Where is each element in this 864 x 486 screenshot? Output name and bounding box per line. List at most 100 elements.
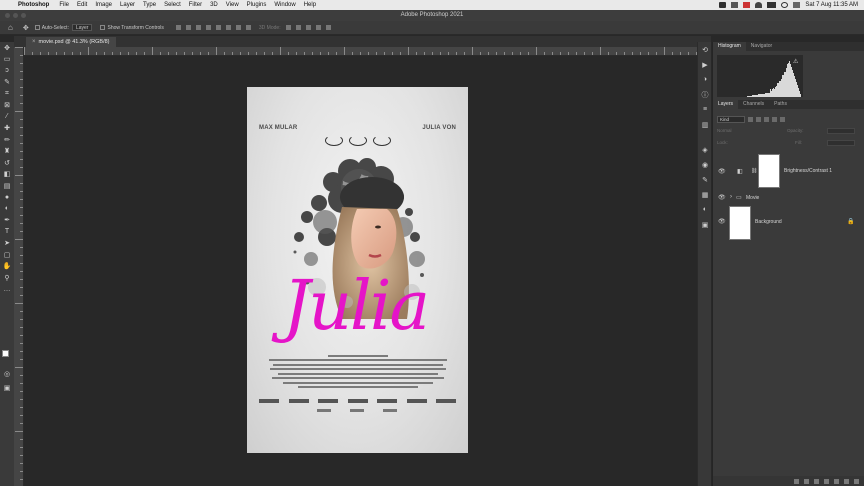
swatches-icon[interactable]: ▦ xyxy=(698,187,712,202)
poster-document[interactable]: MAX MULAR JULIA VON Julia xyxy=(247,87,468,453)
menu-select[interactable]: Select xyxy=(164,2,181,8)
menu-photoshop[interactable]: Photoshop xyxy=(18,2,49,8)
artboard-tool-icon[interactable]: ▭ xyxy=(0,54,14,66)
adjustments-icon[interactable]: ◑ xyxy=(698,72,712,87)
brush-settings-icon[interactable]: ≡ xyxy=(698,102,712,117)
horizontal-ruler[interactable] xyxy=(24,47,711,56)
clone-stamp-tool-icon[interactable]: ♜ xyxy=(0,146,14,158)
chevron-right-icon[interactable]: › xyxy=(730,194,732,200)
align-center-h-icon[interactable] xyxy=(185,25,191,30)
frame-tool-icon[interactable]: ⊠ xyxy=(0,100,14,112)
edit-toolbar-icon[interactable]: … xyxy=(0,284,14,296)
rectangle-tool-icon[interactable]: ▢ xyxy=(0,249,14,261)
hand-tool-icon[interactable]: ✋ xyxy=(0,261,14,273)
history-icon[interactable]: ⟲ xyxy=(698,42,712,57)
filter-smart-object-icon[interactable] xyxy=(780,117,785,122)
layers-icon[interactable]: ◈ xyxy=(698,142,712,157)
layer-row[interactable]: 👁 ◧ ⛓ Brightness/Contrast 1 xyxy=(713,152,863,192)
auto-select-checkbox[interactable] xyxy=(34,25,40,30)
menu-help[interactable]: Help xyxy=(304,2,316,8)
filter-adjustment-icon[interactable] xyxy=(756,117,761,122)
tab-channels[interactable]: Channels xyxy=(738,100,769,109)
home-icon[interactable]: ⌂ xyxy=(8,23,13,32)
visibility-eye-icon[interactable]: 👁 xyxy=(718,218,726,225)
menu-type[interactable]: Type xyxy=(143,2,156,8)
menu-plugins[interactable]: Plugins xyxy=(247,2,267,8)
close-tab-icon[interactable]: × xyxy=(32,37,36,47)
quick-select-tool-icon[interactable]: ✎ xyxy=(0,77,14,89)
color-icon[interactable]: ◐ xyxy=(698,202,712,217)
type-tool-icon[interactable]: T xyxy=(0,226,14,238)
zoom-tool-icon[interactable]: ⚲ xyxy=(0,272,14,284)
menu-filter[interactable]: Filter xyxy=(189,2,202,8)
tab-histogram[interactable]: Histogram xyxy=(713,42,746,51)
dropbox-icon[interactable] xyxy=(719,2,727,8)
tab-layers[interactable]: Layers xyxy=(713,100,739,109)
menubar-datetime[interactable]: Sat 7 Aug 11:35 AM xyxy=(805,2,858,8)
layer-row-group[interactable]: 👁 › ▭ Movie xyxy=(713,192,863,204)
document-tab[interactable]: × movie.psd @ 41.3% (RGB/8) xyxy=(26,37,116,47)
menu-window[interactable]: Window xyxy=(274,2,295,8)
background-thumbnail[interactable] xyxy=(729,206,751,240)
screen-mode-icon[interactable]: ▣ xyxy=(0,382,14,394)
align-bottom-icon[interactable] xyxy=(225,25,231,30)
minimize-window-icon[interactable] xyxy=(13,13,18,18)
filter-type-icon[interactable] xyxy=(764,117,769,122)
menu-image[interactable]: Image xyxy=(95,2,112,8)
eraser-tool-icon[interactable]: ◧ xyxy=(0,169,14,181)
properties-icon[interactable]: ⓘ xyxy=(698,87,712,102)
blend-mode-dropdown[interactable]: Normal xyxy=(717,128,732,133)
layer-mask-thumbnail[interactable] xyxy=(758,154,780,188)
history-brush-tool-icon[interactable]: ↺ xyxy=(0,157,14,169)
vertical-ruler[interactable] xyxy=(14,47,24,486)
filter-kind-dropdown[interactable]: Kind xyxy=(717,116,745,123)
fill-field[interactable] xyxy=(827,140,855,146)
wifi-icon[interactable] xyxy=(755,2,763,8)
path-selection-tool-icon[interactable]: ➤ xyxy=(0,238,14,250)
align-left-icon[interactable] xyxy=(175,25,181,30)
search-icon[interactable] xyxy=(781,2,789,8)
blur-tool-icon[interactable]: ● xyxy=(0,192,14,204)
menu-file[interactable]: File xyxy=(59,2,69,8)
channels-icon[interactable]: ◉ xyxy=(698,157,712,172)
tab-navigator[interactable]: Navigator xyxy=(746,42,777,51)
filter-shape-icon[interactable] xyxy=(772,117,777,122)
new-layer-icon[interactable] xyxy=(844,478,849,484)
libraries-icon[interactable]: ▥ xyxy=(698,117,712,132)
align-top-icon[interactable] xyxy=(205,25,211,30)
healing-brush-tool-icon[interactable]: ✚ xyxy=(0,123,14,135)
crop-tool-icon[interactable]: ⌗ xyxy=(0,88,14,100)
gradient-tool-icon[interactable]: ▤ xyxy=(0,180,14,192)
brush-tool-icon[interactable]: ✏ xyxy=(0,134,14,146)
control-center-icon[interactable] xyxy=(793,2,801,8)
layer-name[interactable]: Background xyxy=(755,219,782,225)
3d-scale-icon[interactable] xyxy=(325,25,331,30)
eyedropper-tool-icon[interactable]: ⁄ xyxy=(0,111,14,123)
3d-orbit-icon[interactable] xyxy=(285,25,291,30)
show-transform-checkbox[interactable] xyxy=(100,25,106,30)
lock-icon[interactable]: 🔒 xyxy=(847,218,854,225)
cache-warning-icon[interactable]: ⚠ xyxy=(793,58,798,65)
play-actions-icon[interactable]: ▶ xyxy=(698,57,712,72)
adobe-icon[interactable] xyxy=(743,2,751,8)
foreground-color-swatch[interactable] xyxy=(2,350,9,357)
visibility-eye-icon[interactable]: 👁 xyxy=(718,194,726,201)
visibility-eye-icon[interactable]: 👁 xyxy=(718,168,726,175)
align-right-icon[interactable] xyxy=(195,25,201,30)
battery-icon[interactable] xyxy=(767,2,777,8)
auto-select-dropdown[interactable]: Layer xyxy=(71,24,93,31)
align-middle-icon[interactable] xyxy=(215,25,221,30)
distribute-icon[interactable] xyxy=(235,25,241,30)
add-mask-icon[interactable] xyxy=(814,478,819,484)
move-tool-icon[interactable]: ✥ xyxy=(0,42,14,54)
3d-roll-icon[interactable] xyxy=(295,25,301,30)
menu-layer[interactable]: Layer xyxy=(120,2,135,8)
pen-tool-icon[interactable]: ✒ xyxy=(0,215,14,227)
quick-mask-icon[interactable]: ◎ xyxy=(0,368,14,380)
layer-row[interactable]: 👁 Background 🔒 xyxy=(713,204,863,242)
3d-pan-icon[interactable] xyxy=(305,25,311,30)
opacity-field[interactable] xyxy=(827,128,855,134)
new-fill-layer-icon[interactable] xyxy=(824,478,829,484)
move-tool-preset-icon[interactable]: ✥ xyxy=(23,24,29,32)
bluetooth-icon[interactable] xyxy=(731,2,739,8)
